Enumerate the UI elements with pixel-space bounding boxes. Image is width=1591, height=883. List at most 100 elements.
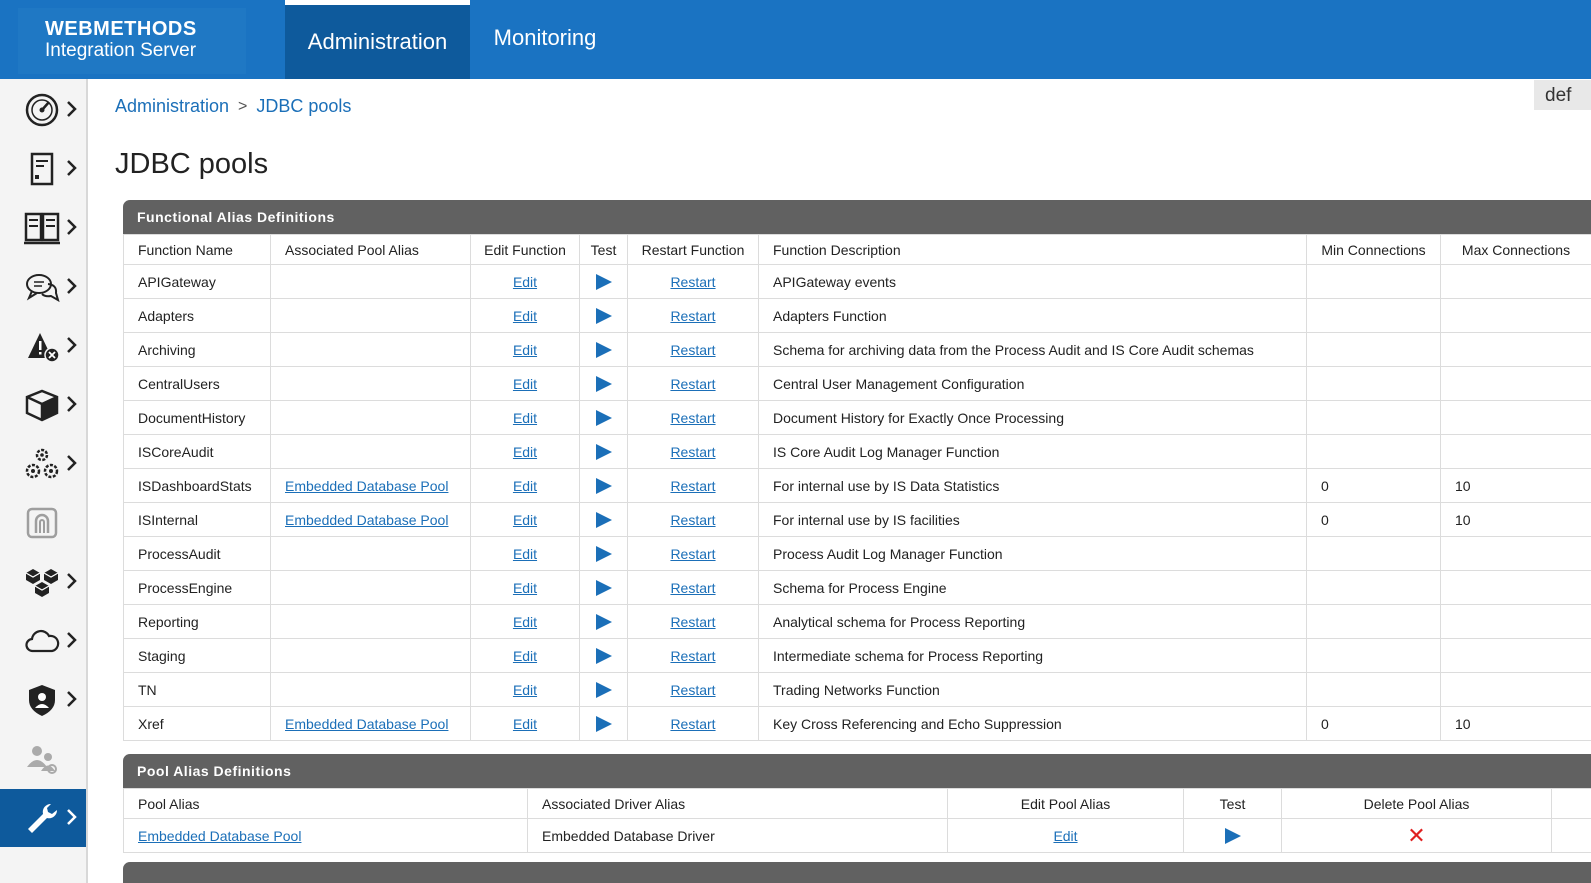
edit-pool-alias-link[interactable]: Edit [1053, 828, 1077, 844]
chevron-right-icon [67, 573, 77, 589]
packages-grid-icon [24, 212, 60, 245]
edit-function-link[interactable]: Edit [513, 274, 537, 290]
sidebar-item-settings[interactable] [0, 435, 86, 491]
brand-name: WEBMETHODS [45, 18, 197, 40]
header-test: Test [1183, 788, 1282, 819]
restart-function-link[interactable]: Restart [670, 682, 715, 698]
sidebar-item-server[interactable] [0, 140, 86, 196]
pool-alias-link[interactable]: Embedded Database Pool [285, 512, 448, 528]
restart-function-link[interactable]: Restart [670, 342, 715, 358]
chevron-right-icon [67, 160, 77, 176]
brand-logo[interactable]: WEBMETHODS Integration Server [18, 8, 246, 74]
sidebar-item-security-alerts[interactable] [0, 317, 86, 373]
play-test-icon[interactable] [595, 716, 612, 733]
function-name-cell: CentralUsers [123, 366, 271, 401]
sidebar-item-packages-management[interactable] [0, 376, 86, 432]
sidebar-item-solutions[interactable] [0, 553, 86, 609]
play-test-icon[interactable] [595, 308, 612, 325]
restart-function-link[interactable]: Restart [670, 308, 715, 324]
sidebar-item-users[interactable] [0, 730, 86, 786]
edit-function-link[interactable]: Edit [513, 308, 537, 324]
sidebar-item-dashboard[interactable] [0, 81, 86, 137]
pool-alias-link[interactable]: Embedded Database Pool [138, 828, 301, 844]
sidebar-item-security[interactable] [0, 671, 86, 727]
play-test-icon[interactable] [595, 444, 612, 461]
delete-x-icon[interactable]: ✕ [1407, 823, 1425, 848]
restart-function-link[interactable]: Restart [670, 546, 715, 562]
breadcrumb-jdbc-pools[interactable]: JDBC pools [256, 96, 351, 117]
restart-function-cell: Restart [627, 706, 759, 741]
play-test-icon[interactable] [595, 342, 612, 359]
pool-alias-table: Pool Alias Associated Driver Alias Edit … [123, 788, 1591, 853]
top-bar: WEBMETHODS Integration Server Administra… [0, 0, 1591, 79]
play-test-icon[interactable] [595, 682, 612, 699]
play-test-icon[interactable] [595, 512, 612, 529]
play-test-icon[interactable] [595, 580, 612, 597]
edit-function-link[interactable]: Edit [513, 716, 537, 732]
next-panel-header [123, 862, 1591, 883]
edit-function-link[interactable]: Edit [513, 478, 537, 494]
restart-function-link[interactable]: Restart [670, 410, 715, 426]
table-row: ProcessEngine Edit Restart Schema for Proce… [123, 570, 1591, 605]
edit-function-link[interactable]: Edit [513, 342, 537, 358]
restart-function-link[interactable]: Restart [670, 274, 715, 290]
play-test-icon[interactable] [595, 614, 612, 631]
sidebar-item-api-portal[interactable] [0, 494, 86, 550]
play-test-icon[interactable] [1224, 828, 1241, 845]
edit-function-link[interactable]: Edit [513, 614, 537, 630]
max-connections-cell [1440, 570, 1591, 605]
restart-function-link[interactable]: Restart [670, 648, 715, 664]
max-connections-cell [1440, 434, 1591, 469]
sidebar-item-messaging[interactable] [0, 258, 86, 314]
header-edit-pool-alias: Edit Pool Alias [947, 788, 1184, 819]
edit-function-cell: Edit [470, 468, 580, 503]
header-edit-function: Edit Function [470, 234, 580, 265]
edit-function-link[interactable]: Edit [513, 546, 537, 562]
sidebar-item-settings-active[interactable] [0, 789, 86, 847]
restart-function-cell: Restart [627, 570, 759, 605]
pool-alias-cell [270, 400, 471, 435]
header-test: Test [579, 234, 628, 265]
pool-alias-link[interactable]: Embedded Database Pool [285, 716, 448, 732]
max-connections-cell: 10 [1440, 502, 1591, 537]
tab-monitoring[interactable]: Monitoring [470, 0, 620, 79]
header-pool-alias: Pool Alias [123, 788, 528, 819]
corner-label[interactable]: def [1534, 80, 1591, 110]
play-test-icon[interactable] [595, 410, 612, 427]
play-test-icon[interactable] [595, 376, 612, 393]
pool-alias-cell: Embedded Database Pool [123, 818, 528, 853]
function-description-cell: Intermediate schema for Process Reportin… [758, 638, 1307, 673]
edit-function-link[interactable]: Edit [513, 444, 537, 460]
play-test-icon[interactable] [595, 274, 612, 291]
sidebar-item-cloud[interactable] [0, 612, 86, 668]
restart-function-link[interactable]: Restart [670, 444, 715, 460]
restart-function-cell: Restart [627, 502, 759, 537]
edit-function-link[interactable]: Edit [513, 410, 537, 426]
restart-function-link[interactable]: Restart [670, 376, 715, 392]
header-function-description: Function Description [758, 234, 1307, 265]
header-extra [1551, 788, 1591, 819]
play-test-icon[interactable] [595, 478, 612, 495]
edit-function-link[interactable]: Edit [513, 512, 537, 528]
test-cell [1183, 818, 1282, 853]
edit-function-link[interactable]: Edit [513, 648, 537, 664]
restart-function-link[interactable]: Restart [670, 512, 715, 528]
tab-administration[interactable]: Administration [285, 0, 470, 79]
play-test-icon[interactable] [595, 648, 612, 665]
sidebar-item-packages[interactable] [0, 199, 86, 255]
breadcrumb-administration[interactable]: Administration [115, 96, 229, 117]
play-test-icon[interactable] [595, 546, 612, 563]
max-connections-cell: 10 [1440, 706, 1591, 741]
min-connections-cell [1306, 604, 1441, 639]
edit-function-link[interactable]: Edit [513, 580, 537, 596]
restart-function-link[interactable]: Restart [670, 478, 715, 494]
restart-function-link[interactable]: Restart [670, 716, 715, 732]
function-name-cell: ProcessAudit [123, 536, 271, 571]
pool-alias-link[interactable]: Embedded Database Pool [285, 478, 448, 494]
max-connections-cell: 10 [1440, 468, 1591, 503]
restart-function-link[interactable]: Restart [670, 580, 715, 596]
edit-function-link[interactable]: Edit [513, 682, 537, 698]
edit-function-link[interactable]: Edit [513, 376, 537, 392]
restart-function-cell: Restart [627, 434, 759, 469]
restart-function-link[interactable]: Restart [670, 614, 715, 630]
